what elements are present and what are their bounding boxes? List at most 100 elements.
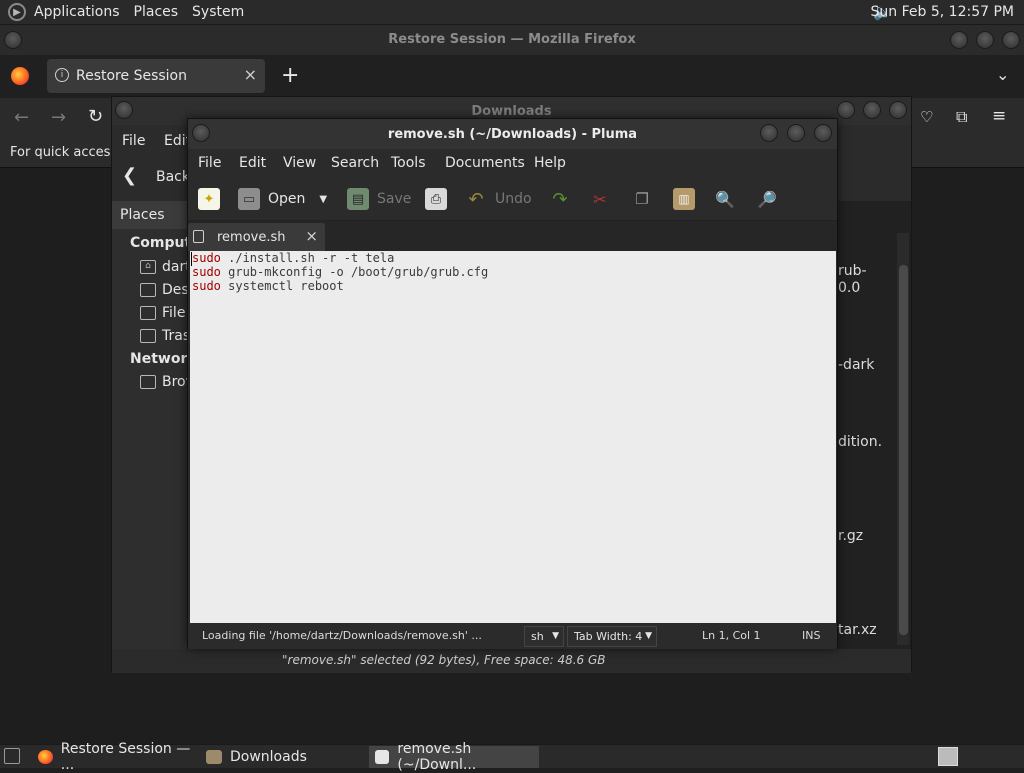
file-label-fragment: tar.xz xyxy=(838,622,877,638)
new-document-icon: ✦ xyxy=(198,188,220,210)
shell-script-icon xyxy=(193,230,204,243)
tab-restore-session[interactable]: i Restore Session × xyxy=(47,59,265,93)
sidebar-item-filesystem[interactable]: File xyxy=(140,305,185,321)
cut-button[interactable]: ✂ xyxy=(589,188,619,210)
tab-label: remove.sh xyxy=(217,230,286,245)
sidebar-item-browse-network[interactable]: Brov xyxy=(140,374,194,390)
applications-menu[interactable]: Applications xyxy=(34,4,120,20)
close-button[interactable] xyxy=(814,124,832,142)
pluma-menubar: File Edit View Search Tools Documents He… xyxy=(188,149,837,177)
undo-button[interactable]: ↶ Undo xyxy=(465,188,531,210)
back-arrow-icon[interactable]: ❮ xyxy=(122,165,137,186)
file-label-fragment: dition. xyxy=(838,434,883,450)
file-label-fragment: r.gz xyxy=(838,528,864,544)
list-tabs-chevron-icon[interactable]: ⌄ xyxy=(996,65,1009,84)
system-menu[interactable]: System xyxy=(192,4,244,20)
open-dropdown-arrow-icon[interactable]: ▼ xyxy=(319,194,327,205)
home-folder-icon: ⌂ xyxy=(140,260,156,274)
text-editor-area[interactable]: sudo ./install.sh -r -t tela sudo grub-m… xyxy=(190,251,836,623)
menu-edit[interactable]: Edit xyxy=(239,155,266,171)
maximize-button[interactable] xyxy=(863,101,881,119)
taskbar-item-downloads[interactable]: Downloads xyxy=(200,746,365,768)
code-content: sudo ./install.sh -r -t tela sudo grub-m… xyxy=(192,251,488,293)
forward-arrow-icon[interactable]: → xyxy=(51,107,66,128)
firefox-icon xyxy=(38,750,53,764)
menu-file[interactable]: File xyxy=(122,133,145,149)
minimize-button[interactable] xyxy=(760,124,778,142)
copy-button[interactable]: ❐ xyxy=(631,188,661,210)
firefox-tabbar: i Restore Session × + ⌄ xyxy=(0,55,1024,98)
language-selector[interactable]: sh ▼ xyxy=(524,626,564,647)
file-label-fragment: rub- xyxy=(838,263,867,279)
workspace-switcher[interactable] xyxy=(938,747,958,766)
redo-button[interactable]: ↷ xyxy=(549,188,579,210)
close-tab-icon[interactable]: × xyxy=(305,227,318,245)
printer-icon: ⎙ xyxy=(425,188,447,210)
new-document-button[interactable]: ✦ xyxy=(198,188,228,210)
back-button[interactable]: Back xyxy=(156,169,190,185)
maximize-button[interactable] xyxy=(787,124,805,142)
pocket-icon[interactable]: ♡ xyxy=(920,108,933,126)
menu-view[interactable]: View xyxy=(283,155,316,171)
tab-label: Restore Session xyxy=(76,68,187,84)
back-arrow-icon[interactable]: ← xyxy=(14,107,29,128)
pluma-window: remove.sh (~/Downloads) - Pluma File Edi… xyxy=(187,118,838,649)
file-label-fragment: -dark xyxy=(838,357,875,373)
firefox-logo-icon[interactable] xyxy=(11,67,29,85)
pluma-toolbar: ✦ ▭ Open ▼ ▤ Save ⎙ ↶ Undo ↷ ✂ ❐ ▥ 🔍 🔎 xyxy=(188,177,837,221)
new-tab-button[interactable]: + xyxy=(281,63,299,88)
extensions-icon[interactable]: ⧉ xyxy=(956,107,967,127)
open-button[interactable]: ▭ Open ▼ xyxy=(238,188,327,210)
menu-help[interactable]: Help xyxy=(534,155,566,171)
folder-icon xyxy=(206,750,222,764)
maximize-button[interactable] xyxy=(976,31,994,49)
taskbar-item-firefox[interactable]: Restore Session — ... xyxy=(32,741,197,773)
tab-width-selector[interactable]: Tab Width: 4 ▼ xyxy=(567,626,657,647)
places-header[interactable]: Places xyxy=(112,201,188,229)
firefox-titlebar: Restore Session — Mozilla Firefox xyxy=(0,25,1024,55)
dropdown-arrow-icon: ▼ xyxy=(645,631,652,641)
find-button[interactable]: 🔍 xyxy=(714,188,744,210)
undo-arrow-icon: ↶ xyxy=(468,188,484,210)
sidebar: Compute ⌂ dart Des File Tras Network Brov xyxy=(112,201,201,671)
close-button[interactable] xyxy=(1002,31,1020,49)
hamburger-menu-icon[interactable]: ≡ xyxy=(992,106,1006,126)
drive-icon xyxy=(140,306,156,320)
minimize-button[interactable] xyxy=(837,101,855,119)
network-icon xyxy=(140,375,156,389)
mate-logo-icon[interactable]: ▶ xyxy=(8,3,26,21)
minimize-button[interactable] xyxy=(950,31,968,49)
code-line: sudo grub-mkconfig -o /boot/grub/grub.cf… xyxy=(192,265,489,279)
menu-documents[interactable]: Documents xyxy=(445,155,525,171)
show-desktop-icon[interactable] xyxy=(4,748,20,764)
downloads-statusbar: "remove.sh" selected (92 bytes), Free sp… xyxy=(112,649,911,673)
top-panel: ▶ Applications Places System 🔈 Sun Feb 5… xyxy=(0,0,1024,25)
text-cursor xyxy=(191,252,192,266)
close-button[interactable] xyxy=(889,101,907,119)
menu-search[interactable]: Search xyxy=(331,155,379,171)
find-replace-button[interactable]: 🔎 xyxy=(756,188,786,210)
taskbar-item-pluma[interactable]: remove.sh (~/Downl... xyxy=(369,741,539,773)
pluma-window-title: remove.sh (~/Downloads) - Pluma xyxy=(387,127,638,142)
magnifier-icon: 🔍 xyxy=(715,189,735,209)
close-tab-icon[interactable]: × xyxy=(244,65,257,84)
reload-icon[interactable]: ↻ xyxy=(88,106,103,127)
scrollbar-thumb[interactable] xyxy=(899,265,908,635)
print-button[interactable]: ⎙ xyxy=(425,188,455,210)
clock[interactable]: Sun Feb 5, 12:57 PM xyxy=(871,4,1014,20)
save-icon: ▤ xyxy=(347,188,369,210)
redo-arrow-icon: ↷ xyxy=(552,188,568,210)
sidebar-item-home[interactable]: ⌂ dart xyxy=(140,259,191,275)
menu-file[interactable]: File xyxy=(198,155,221,171)
quick-access-text: For quick access, xyxy=(10,145,122,160)
places-menu[interactable]: Places xyxy=(134,4,179,20)
save-button[interactable]: ▤ Save xyxy=(347,188,411,210)
dropdown-arrow-icon: ▼ xyxy=(552,631,559,641)
desktop-folder-icon xyxy=(140,283,156,297)
sidebar-item-desktop[interactable]: Des xyxy=(140,282,189,298)
sidebar-item-trash[interactable]: Tras xyxy=(140,328,190,344)
menu-tools[interactable]: Tools xyxy=(391,155,426,171)
paste-button[interactable]: ▥ xyxy=(673,188,703,210)
scissors-icon: ✂ xyxy=(593,189,607,209)
tab-remove-sh[interactable]: remove.sh × xyxy=(188,223,325,251)
